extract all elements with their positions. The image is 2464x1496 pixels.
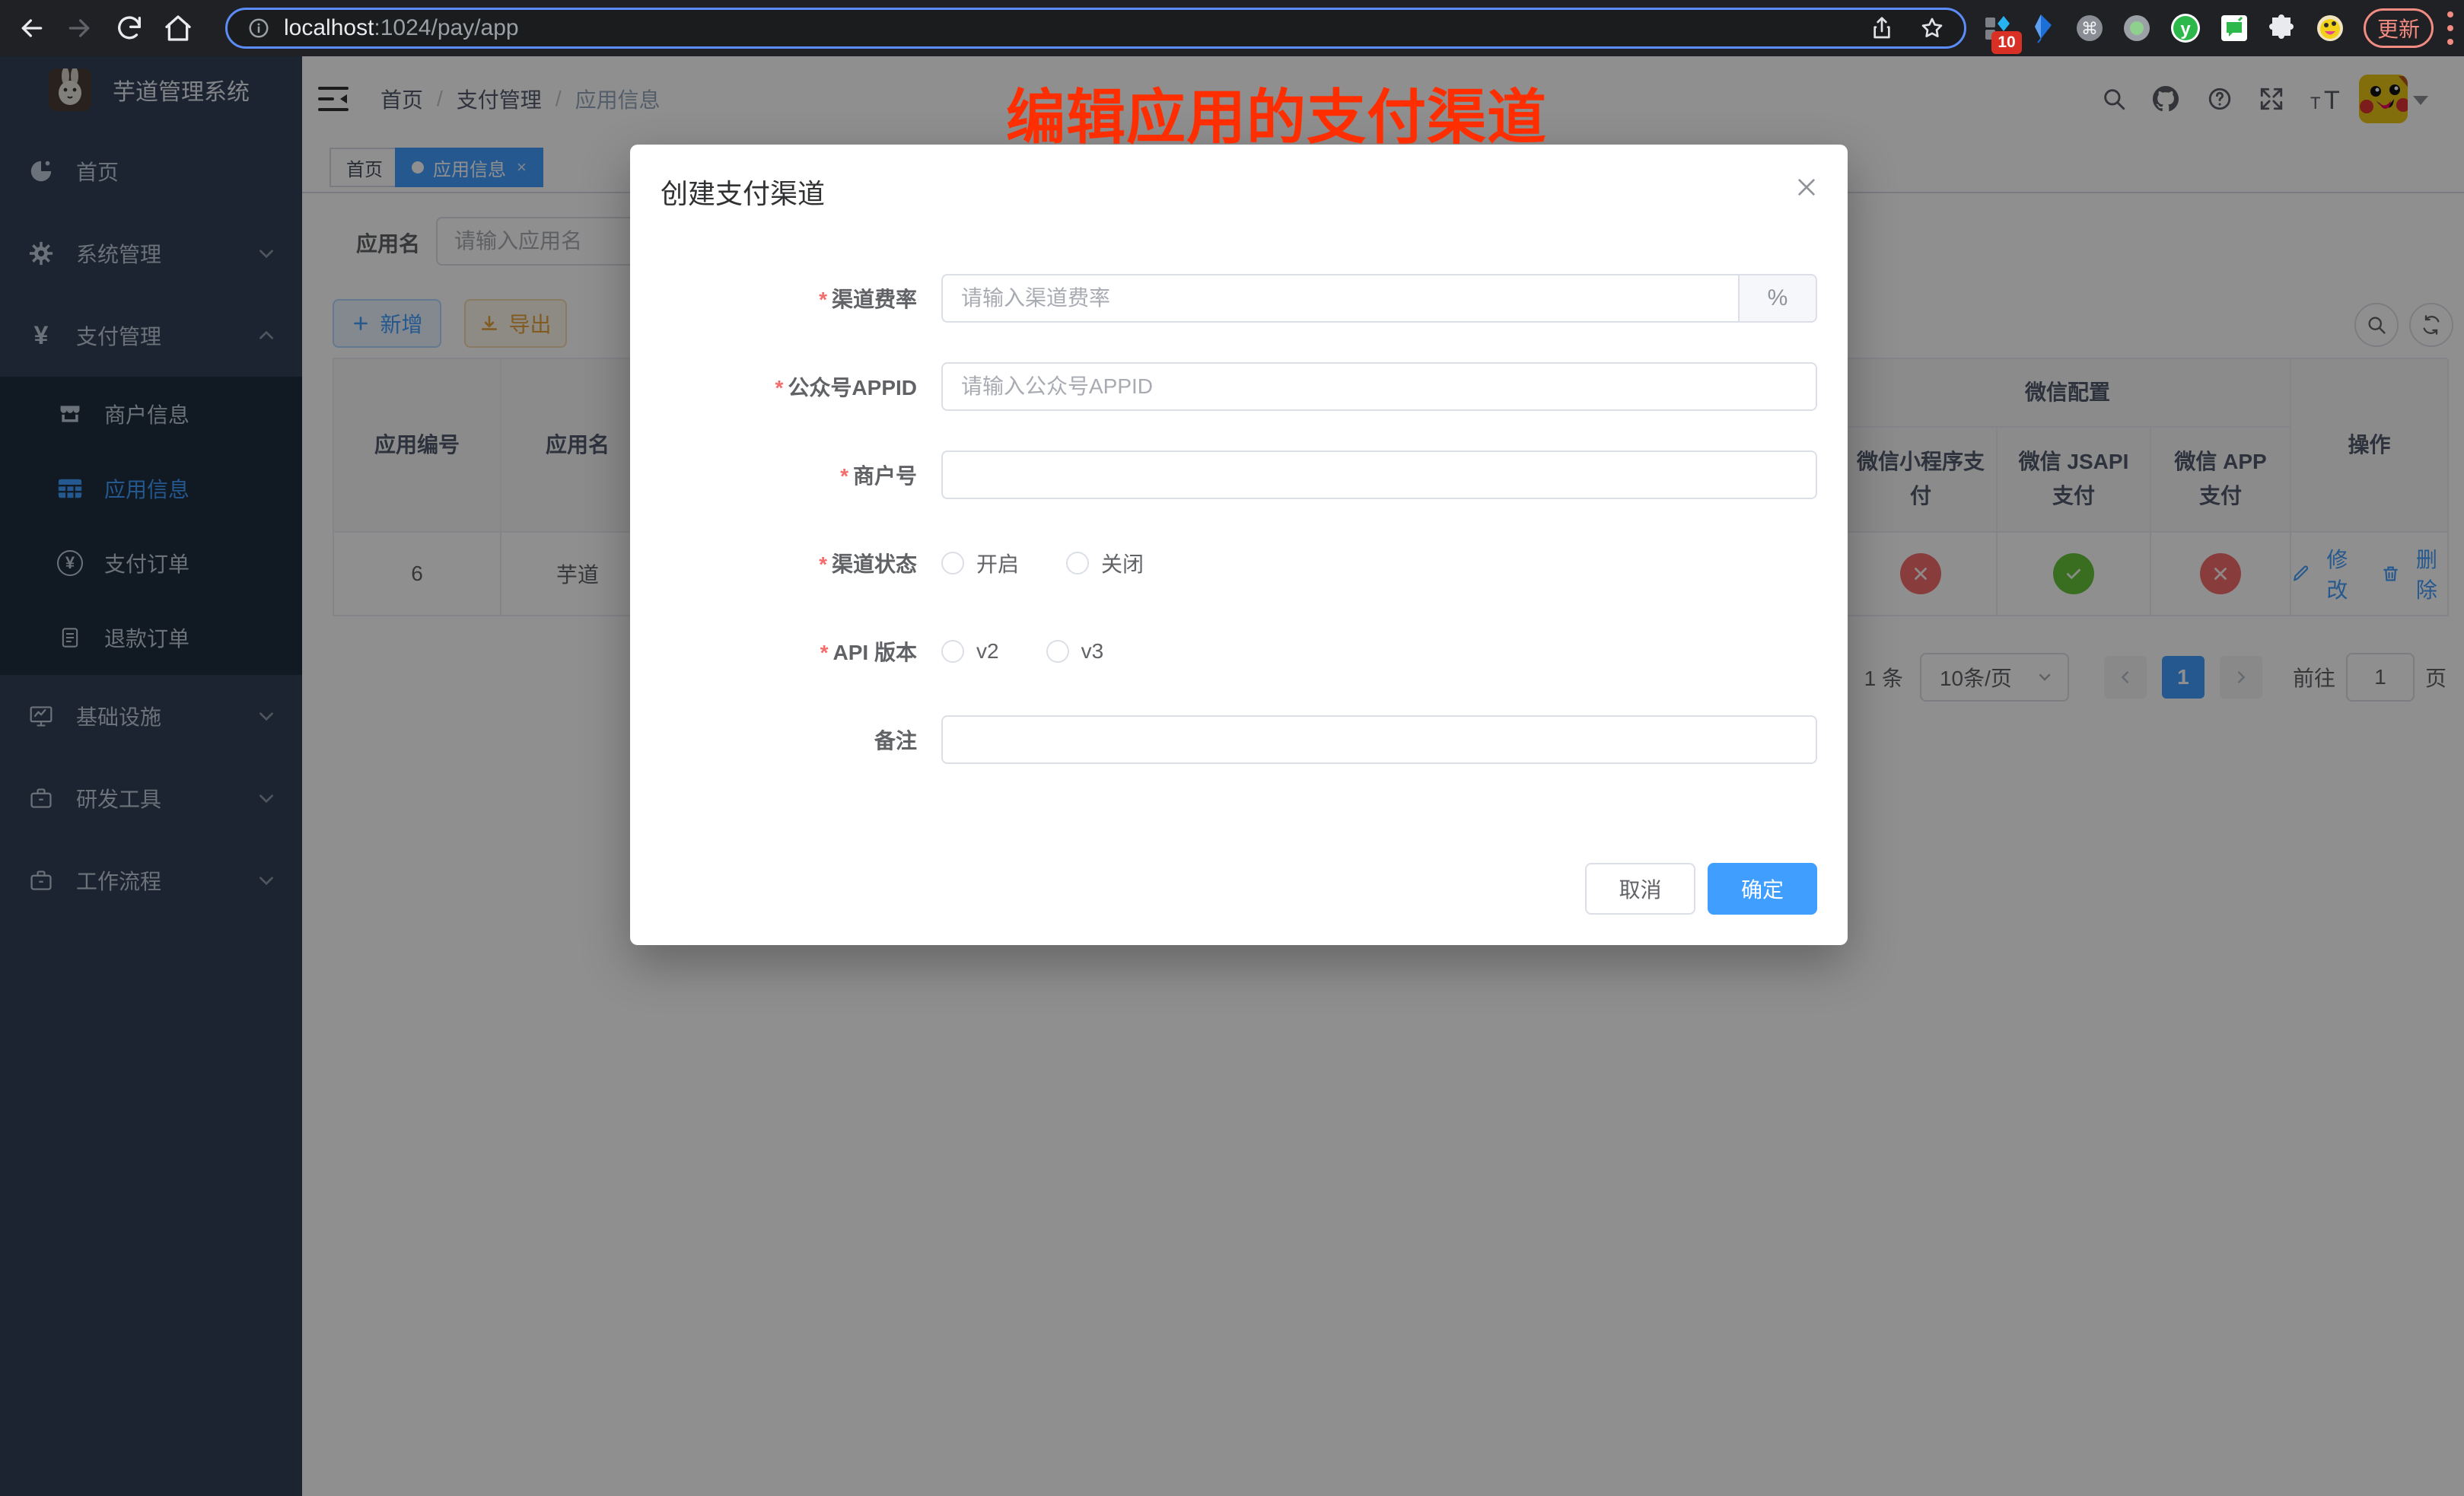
annotation-title: 编辑应用的支付渠道: [1006, 70, 1547, 155]
app-window: 芋道管理系统 首页 系统管理 ¥ 支付管理: [0, 56, 2464, 1496]
create-pay-channel-dialog: 创建支付渠道 *渠道费率 % *公众号APPID *商户号: [630, 145, 1848, 945]
bookmark-star-icon[interactable]: [1920, 16, 1944, 40]
form-row-merchant-id: *商户号: [661, 450, 1817, 499]
required-asterisk: *: [819, 552, 827, 576]
channel-rate-input[interactable]: [941, 274, 1738, 323]
merchant-id-input[interactable]: [941, 450, 1817, 499]
site-info-icon[interactable]: [247, 17, 270, 40]
form-row-appid: *公众号APPID: [661, 362, 1817, 411]
field-label: 渠道费率: [832, 288, 917, 311]
extension-emoji-icon[interactable]: [2313, 11, 2347, 45]
extension-kite-icon[interactable]: [2024, 11, 2058, 45]
url-host: localhost: [284, 15, 374, 40]
browser-forward-icon[interactable]: [64, 13, 94, 43]
required-asterisk: *: [819, 288, 827, 311]
remark-input[interactable]: [941, 715, 1817, 764]
extension-chat-icon[interactable]: [2217, 11, 2251, 45]
svg-text:⌘: ⌘: [2081, 19, 2098, 38]
percent-append: %: [1738, 274, 1817, 323]
url-path: :1024/pay/app: [374, 15, 518, 40]
browser-menu-icon[interactable]: [2447, 11, 2455, 45]
extension-command-icon[interactable]: ⌘: [2073, 11, 2106, 45]
share-icon[interactable]: [1870, 16, 1894, 40]
browser-toolbar: localhost:1024/pay/app 10 ⌘ y 更新: [0, 0, 2464, 56]
field-label: 商户号: [853, 464, 917, 488]
browser-home-icon[interactable]: [163, 13, 193, 43]
required-asterisk: *: [840, 464, 848, 488]
field-label: 公众号APPID: [788, 376, 917, 399]
radio-api-v3[interactable]: v3: [1046, 639, 1104, 664]
dialog-title: 创建支付渠道: [661, 178, 825, 209]
browser-update-button[interactable]: 更新: [2364, 8, 2434, 48]
radio-status-open[interactable]: 开启: [941, 548, 1019, 578]
radio-circle-icon: [1066, 552, 1089, 575]
cancel-button[interactable]: 取消: [1585, 863, 1695, 915]
svg-text:y: y: [2180, 19, 2191, 40]
field-label: 渠道状态: [832, 552, 917, 576]
radio-status-closed[interactable]: 关闭: [1066, 548, 1144, 578]
field-label: API 版本: [833, 641, 917, 664]
radio-circle-icon: [941, 640, 964, 663]
radio-circle-icon: [1046, 640, 1069, 663]
dialog-footer: 取消 确定: [1585, 863, 1817, 915]
form-row-channel-status: *渠道状态 开启 关闭: [661, 539, 1817, 587]
dialog-body: *渠道费率 % *公众号APPID *商户号 *渠道状态: [630, 205, 1848, 764]
form-row-channel-rate: *渠道费率 %: [661, 274, 1817, 323]
official-account-appid-input[interactable]: [941, 362, 1817, 411]
field-label: 备注: [874, 729, 917, 753]
extension-dot-icon[interactable]: [2120, 11, 2154, 45]
close-icon[interactable]: [1794, 175, 1819, 199]
extensions-puzzle-icon[interactable]: [2265, 11, 2298, 45]
address-bar[interactable]: localhost:1024/pay/app: [225, 8, 1966, 49]
extension-tabs-icon[interactable]: 10: [1981, 11, 2014, 45]
browser-reload-icon[interactable]: [114, 13, 145, 43]
radio-api-v2[interactable]: v2: [941, 639, 999, 664]
required-asterisk: *: [775, 376, 784, 399]
confirm-button[interactable]: 确定: [1708, 863, 1817, 915]
form-row-remark: 备注: [661, 715, 1817, 764]
url-text: localhost:1024/pay/app: [284, 15, 519, 41]
extension-yuque-icon[interactable]: y: [2169, 11, 2202, 45]
required-asterisk: *: [820, 641, 829, 664]
browser-back-icon[interactable]: [17, 13, 47, 43]
form-row-api-version: *API 版本 v2 v3: [661, 627, 1817, 676]
radio-circle-icon: [941, 552, 964, 575]
extension-badge: 10: [1991, 31, 2022, 54]
